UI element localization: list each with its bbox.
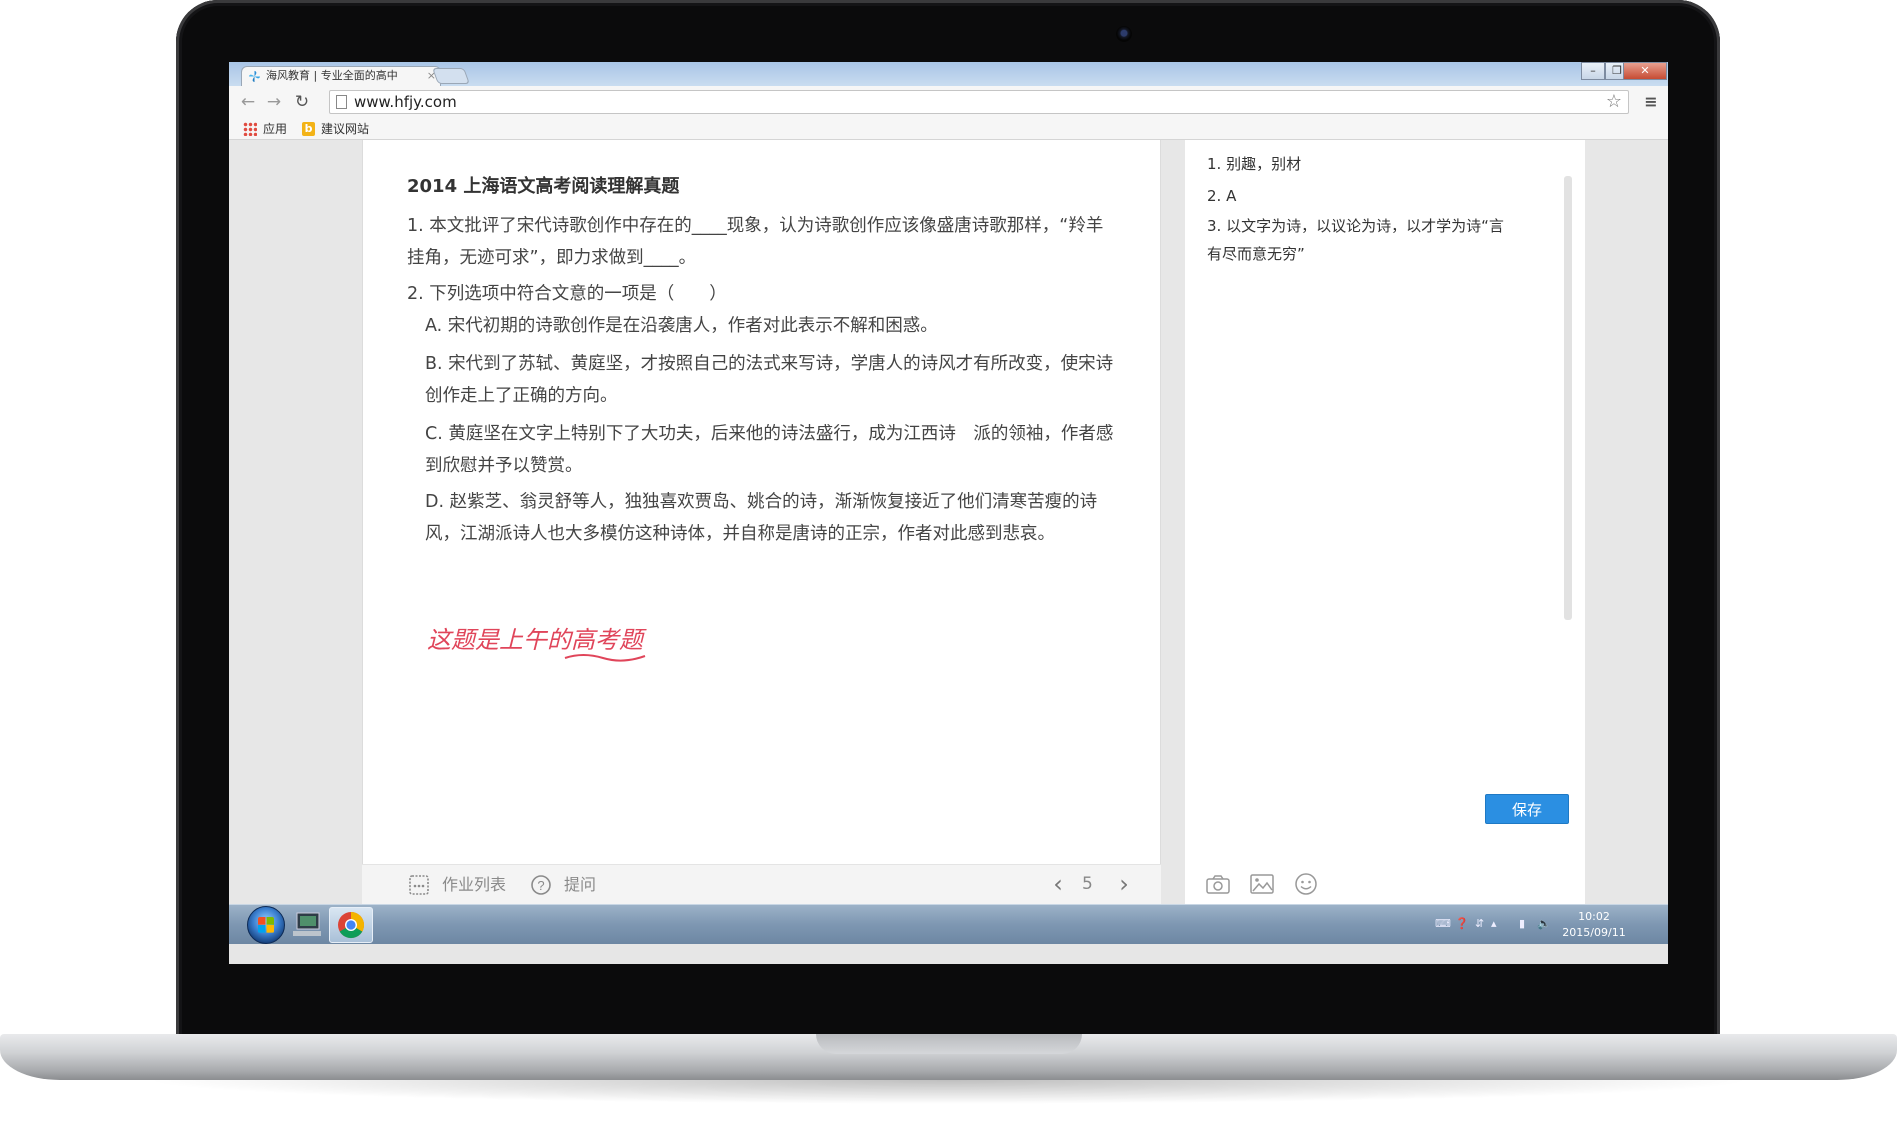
emoji-icon[interactable] — [1293, 872, 1319, 896]
laptop-chin — [229, 964, 1668, 1006]
page-number: 5 — [1082, 874, 1093, 894]
keyboard-tray-icon[interactable]: ⌨ — [1435, 917, 1451, 930]
network-tray-icon[interactable]: ▮ — [1519, 917, 1525, 930]
next-page-icon[interactable]: › — [1114, 871, 1134, 897]
question-panel: 2014 上海语文高考阅读理解真题 1. 本文批评了宋代诗歌创作中存在的____… — [362, 140, 1161, 904]
url-text: www.hfjy.com — [354, 93, 457, 111]
answer-1[interactable]: 1. 别趣，别材 — [1207, 150, 1567, 178]
minimize-icon[interactable]: – — [1581, 62, 1605, 80]
ask-label: 提问 — [564, 875, 597, 894]
option-c[interactable]: C. 黄庭坚在文字上特别下了大功夫，后来他的诗法盛行，成为江西诗 派的领袖，作者… — [425, 418, 1115, 482]
page-icon — [336, 95, 347, 109]
answer-footer — [1185, 864, 1585, 904]
forward-arrow-icon[interactable]: → — [263, 92, 285, 112]
question-2: 2. 下列选项中符合文意的一项是（ ） — [407, 284, 727, 304]
start-button[interactable] — [247, 906, 285, 944]
browser-tab[interactable]: 海风教育 | 专业全面的高中 × — [241, 66, 441, 86]
list-doc-icon — [409, 875, 429, 895]
bookmark-apps[interactable]: 应用 — [243, 121, 287, 137]
taskbar-app-chrome[interactable] — [329, 907, 373, 943]
answer-panel: 1. 别趣，别材 2. A 3. 以文字为诗，以议论为诗，以才学为诗“言有尽而意… — [1185, 140, 1585, 904]
question-title: 2014 上海语文高考阅读理解真题 — [407, 176, 680, 197]
previous-page-icon[interactable]: ‹ — [1048, 871, 1068, 897]
clock-time: 10:02 — [1578, 910, 1610, 923]
bookmarks-bar: 应用 b 建议网站 — [229, 118, 1668, 140]
windows-taskbar: ⌨ ❓ ⇵ ▴ ▮ 🔈 10:02 2015/09/11 — [229, 904, 1668, 944]
web-page: 2014 上海语文高考阅读理解真题 1. 本文批评了宋代诗歌创作中存在的____… — [229, 140, 1668, 904]
close-window-icon[interactable]: ✕ — [1623, 62, 1667, 80]
answer-2[interactable]: 2. A — [1207, 182, 1567, 210]
taskbar-clock[interactable]: 10:02 2015/09/11 — [1559, 909, 1629, 941]
webcam-icon — [1116, 26, 1132, 42]
option-a[interactable]: A. 宋代初期的诗歌创作是在沿袭唐人，作者对此表示不解和困惑。 — [425, 310, 1115, 342]
taskbar-app-computer[interactable] — [285, 907, 329, 943]
save-button[interactable]: 保存 — [1485, 794, 1569, 824]
notification-tray-icon[interactable]: ⇵ — [1475, 917, 1484, 930]
homework-list-label: 作业列表 — [442, 875, 507, 894]
bookmark-star-icon[interactable]: ☆ — [1606, 91, 1622, 112]
clock-date: 2015/09/11 — [1562, 926, 1626, 939]
question-footer: 作业列表 ? 提问 ‹ 5 › — [362, 864, 1161, 904]
volume-tray-icon[interactable]: 🔈 — [1537, 917, 1551, 930]
option-d[interactable]: D. 赵紫芝、翁灵舒等人，独独喜欢贾岛、姚合的诗，渐渐恢复接近了他们清寒苦瘦的诗… — [425, 486, 1115, 550]
handwritten-note-text: 这题是上午的高考题 — [427, 626, 647, 654]
bing-icon: b — [302, 122, 315, 136]
answer-scrollbar[interactable] — [1564, 176, 1572, 620]
tab-title: 海风教育 | 专业全面的高中 — [266, 69, 398, 82]
browser-toolbar: ← → ↻ www.hfjy.com ☆ ≡ — [229, 86, 1668, 118]
new-tab-button[interactable] — [432, 68, 470, 84]
chrome-icon — [338, 911, 365, 939]
reload-icon[interactable]: ↻ — [291, 92, 313, 112]
bookmark-label: 应用 — [263, 122, 288, 136]
option-b[interactable]: B. 宋代到了苏轼、黄庭坚，才按照自己的法式来写诗，学唐人的诗风才有所改变，使宋… — [425, 348, 1115, 412]
show-hidden-icons-icon[interactable]: ▴ — [1491, 917, 1497, 930]
camera-icon[interactable] — [1205, 872, 1231, 896]
pinwheel-favicon-icon — [248, 70, 261, 83]
windows-logo-icon — [258, 917, 274, 933]
help-tray-icon[interactable]: ❓ — [1455, 917, 1469, 930]
address-bar[interactable]: www.hfjy.com ☆ — [329, 90, 1629, 114]
back-arrow-icon[interactable]: ← — [237, 92, 259, 112]
question-1: 1. 本文批评了宋代诗歌创作中存在的____现象，认为诗歌创作应该像盛唐诗歌那样… — [407, 216, 1104, 268]
bookmark-label: 建议网站 — [321, 122, 370, 136]
homework-list-button[interactable]: 作业列表 — [408, 874, 506, 896]
ask-question-button[interactable]: ? 提问 — [530, 874, 596, 896]
laptop-base-notch — [816, 1034, 1082, 1054]
laptop-shadow — [140, 1080, 1757, 1104]
bookmark-suggested-sites[interactable]: b 建议网站 — [301, 121, 369, 137]
apps-grid-icon — [243, 122, 257, 136]
handwritten-note: 这题是上午的高考题 — [427, 626, 647, 662]
menu-icon[interactable]: ≡ — [1641, 92, 1661, 112]
browser-tab-bar: 海风教育 | 专业全面的高中 × – ❐ ✕ — [229, 62, 1668, 86]
answer-3[interactable]: 3. 以文字为诗，以议论为诗，以才学为诗“言有尽而意无穷” — [1207, 212, 1507, 268]
screen: 海风教育 | 专业全面的高中 × – ❐ ✕ ← → ↻ www.hfjy.co… — [229, 62, 1668, 964]
question-mark-icon: ? — [531, 875, 551, 895]
svg-text:?: ? — [537, 878, 544, 893]
image-icon[interactable] — [1249, 872, 1275, 896]
